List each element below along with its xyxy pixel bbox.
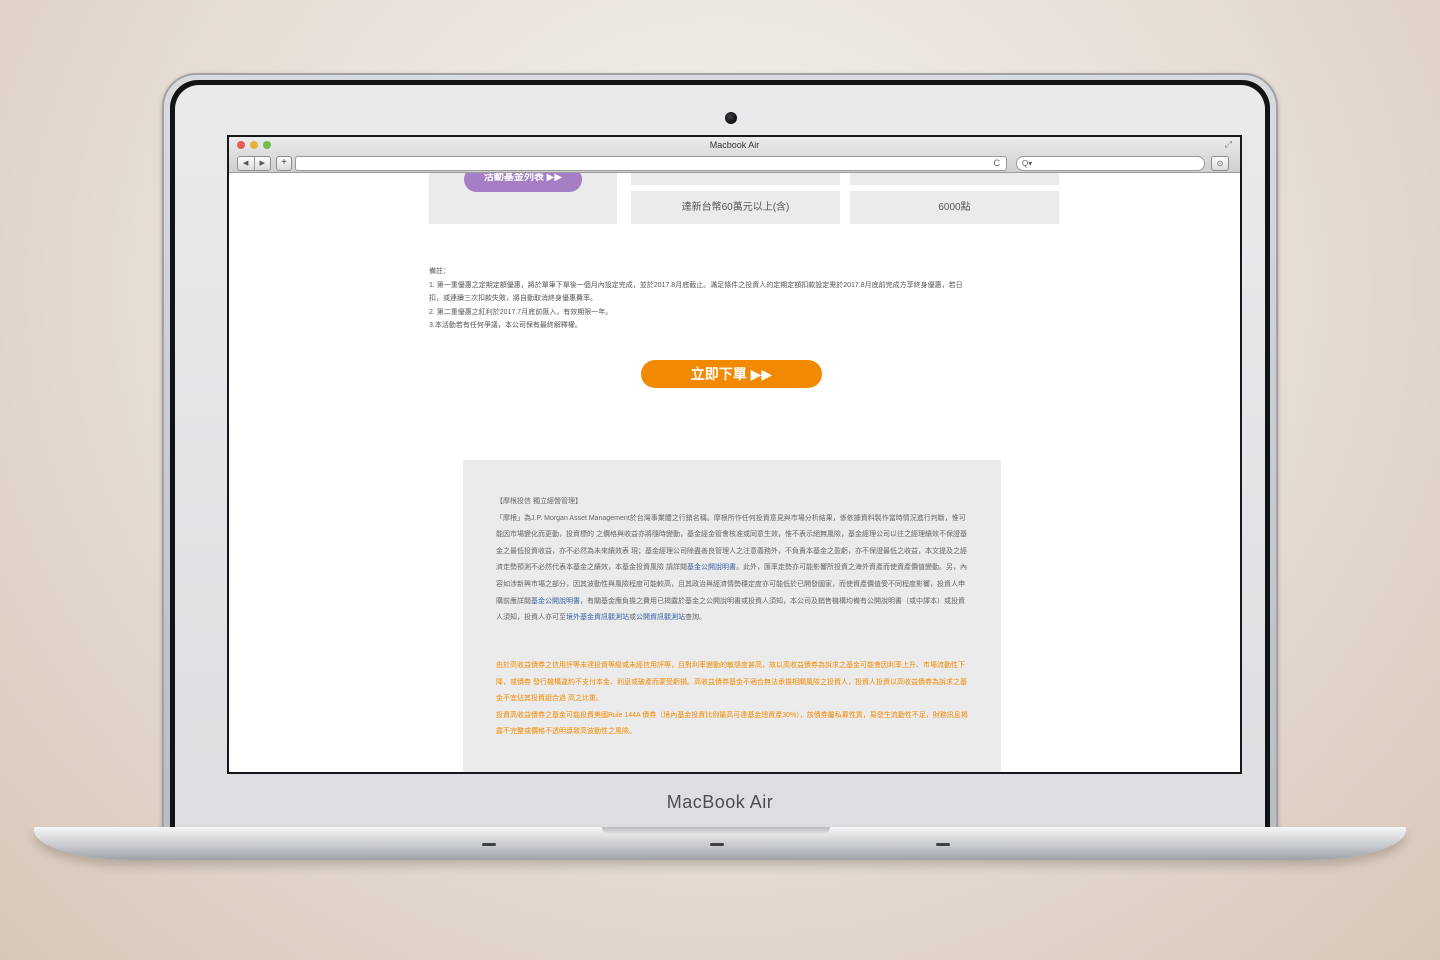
search-icon: Q▾ [1022,159,1033,168]
promo-cell [850,173,1059,185]
disclaimer-text: 【摩根投信 獨立經營管理】 「摩根」為J.P. Morgan Asset Man… [496,494,971,627]
web-page[interactable]: 活動基金列表 ▶▶ 達新台幣60萬元以上(含) 6000點 備註： 1. 第一重… [229,173,1240,772]
public-info-link[interactable]: 公開資訊觀測站 [636,614,685,621]
brand-label: MacBook Air [666,792,774,812]
notes-line: 2. 第二重優惠之紅利於2017.7月底前匯入，有效期限一年。 [429,308,613,316]
bezel-frame: Macbook Air ⤢ ◀ ▶ + C Q▾ ⊙ 活動基金列表 ▶▶ 達新台… [175,85,1265,833]
camera-icon [725,112,737,124]
promo-points-cell: 6000點 [850,191,1059,224]
offshore-fund-info-link[interactable]: 境外基金資訊觀測站 [566,614,629,621]
opening-notch [602,827,830,834]
warning-paragraph: 由於高收益債券之信用評等未達投資等級或未經信用評等，且對利率變動的敏感度甚高，故… [496,662,967,703]
notes-line: 1. 第一重優惠之定期定額優惠，將於單筆下單後一個月內設定完成，並於2017.8… [429,281,963,289]
add-tab-button[interactable]: + [276,156,292,171]
order-now-button[interactable]: 立即下單 ▶▶ [641,360,822,388]
fullscreen-icon[interactable]: ⤢ [1225,139,1232,150]
notes-line: 3.本活動若有任何爭議，本公司保有最終解釋權。 [429,322,582,329]
laptop-lid: Macbook Air ⤢ ◀ ▶ + C Q▾ ⊙ 活動基金列表 ▶▶ 達新台… [162,73,1278,833]
disclaimer-box: 【摩根投信 獨立經營管理】 「摩根」為J.P. Morgan Asset Man… [463,460,1001,772]
browser-toolbar: Macbook Air ⤢ ◀ ▶ + C Q▾ ⊙ [229,137,1240,173]
window-title: Macbook Air [709,140,760,150]
disclaimer-title: 【摩根投信 獨立經營管理】 [496,498,582,505]
prospectus-link[interactable]: 基金公開說明書 [531,598,580,605]
reload-icon[interactable]: C [994,157,1001,170]
foot [710,843,724,846]
notes-line: 扣，或連續三次扣款失敗，將自動取消終身優惠費率。 [429,295,597,302]
promo-left-cell: 活動基金列表 ▶▶ [429,173,617,224]
notes-heading: 備註： [429,268,450,275]
address-bar[interactable]: C [295,156,1007,171]
fund-list-button[interactable]: 活動基金列表 ▶▶ [464,173,582,192]
browser-window: Macbook Air ⤢ ◀ ▶ + C Q▾ ⊙ 活動基金列表 ▶▶ 達新台… [229,137,1240,772]
warning-paragraph: 投資高收益債券之基金可能投資美國Rule 144A 債券（境內基金投資比例最高可… [496,711,968,736]
back-button[interactable]: ◀ [238,157,255,170]
screen-bezel: Macbook Air ⤢ ◀ ▶ + C Q▾ ⊙ 活動基金列表 ▶▶ 達新台… [170,80,1270,833]
search-input[interactable]: Q▾ [1016,156,1205,171]
disclaimer-paragraph: 「摩根」為J.P. Morgan Asset Management於台灣事業體之… [496,514,967,622]
nav-buttons: ◀ ▶ [237,156,271,171]
foot [482,843,496,846]
downloads-button[interactable]: ⊙ [1211,156,1229,171]
laptop-base [34,827,1406,860]
prospectus-link[interactable]: 基金公開說明書 [687,564,736,571]
foot [936,843,950,846]
notes-section: 備註： 1. 第一重優惠之定期定額優惠，將於單筆下單後一個月內設定完成，並於20… [429,265,1074,333]
high-yield-warning: 由於高收益債券之信用評等未達投資等級或未經信用評等，且對利率變動的敏感度甚高，故… [496,658,971,741]
promo-threshold-cell: 達新台幣60萬元以上(含) [631,191,840,224]
promo-cell [631,173,840,185]
forward-button[interactable]: ▶ [255,157,271,170]
